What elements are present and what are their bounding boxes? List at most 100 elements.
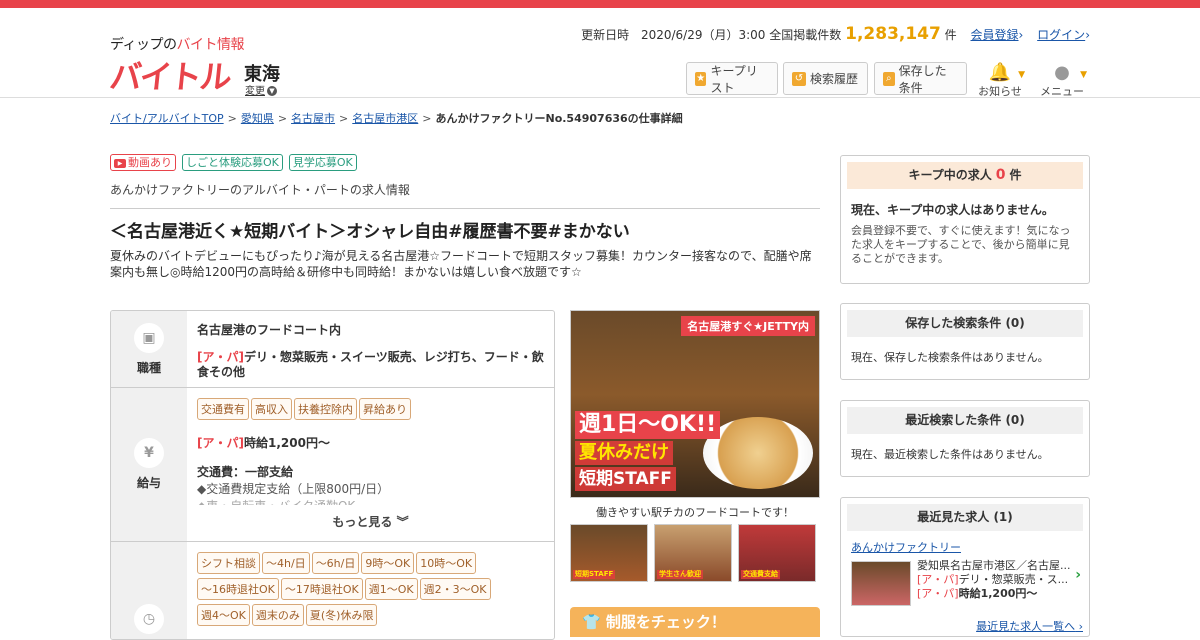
job-place: 名古屋港のフードコート内 [197,323,342,337]
play-icon: ▶ [114,158,126,168]
page-subtitle: あんかけファクトリーのアルバイト・パートの求人情報 [110,181,820,209]
breadcrumb-link[interactable]: 愛知県 [241,112,274,125]
keep-empty-text: 現在、キープ中の求人はありません。 [851,203,1054,217]
shift-chip: 週末のみ [251,604,304,626]
shift-chip: 週1〜OK [364,578,418,600]
keep-panel: キープ中の求人 0 件 現在、キープ中の求人はありません。 会員登録不要で、すぐに使… [840,155,1090,284]
recent-job-details: 愛知県名古屋市港区／名古屋... [ア・パ]デリ・惣菜販売・ス... [ア・パ]… [917,559,1071,600]
shift-chip: 9時～OK [361,552,415,574]
job-title: ＜名古屋港近く★短期バイト＞オシャレ自由#履歴書不要#まかない [110,222,630,242]
user-icon: ● [1054,62,1070,83]
shift-head: ◷ [111,542,187,639]
shift-chip: ～16時退社OK [197,578,279,600]
history-icon: ↺ [792,71,806,86]
salary-row: ¥ 給与 交通費有 高収入 扶養控除内 昇給あり [ア・パ]時給1,200円～ 交通費… [111,388,554,542]
yen-icon: ¥ [134,438,164,468]
shift-chip: 夏(冬)休み限 [305,604,378,626]
chevron-right-icon: › [1085,28,1090,42]
photo-thumbnail[interactable]: 交通費支給 [738,524,816,582]
shift-chip: シフト相談 [197,552,260,574]
tour-tag: 見学応募OK [288,154,357,171]
photo-caption: 働きやすい駅チカのフードコートです！ [596,506,794,519]
notice-button[interactable]: 🔔 ▼ お知らせ [977,62,1025,99]
job-type-row: ▣ 職種 名古屋港のフードコート内 [ア・パ]デリ・惣菜販売・スイーツ販売、レジ… [111,311,554,388]
chevron-down-icon: ▼ [267,86,277,96]
salary-chips: 交通費有 高収入 扶養控除内 昇給あり [197,398,544,424]
saved-conditions-title: 保存した検索条件 (0) [847,310,1083,337]
job-info-table: ▣ 職種 名古屋港のフードコート内 [ア・パ]デリ・惣菜販売・スイーツ販売、レジ… [110,310,555,640]
trial-tag: しごと体験応募OK [182,154,283,171]
salary-chip: 高収入 [251,398,292,420]
salary-text: [ア・パ]時給1,200円～ [197,436,330,450]
logo-tagline: ディップのバイト情報 [110,37,245,53]
recent-search-panel: 最近検索した条件 (0) 現在、最近検索した条件はありません。 [840,400,1090,477]
recent-search-title: 最近検索した条件 (0) [847,407,1083,434]
transport-head: 交通費：一部支給 [197,465,294,479]
transport-detail: ◆交通費規定支給（上限800円/日） [197,482,390,496]
updated-label: 更新日時 [581,28,630,42]
menu-button[interactable]: ● ▼ メニュー [1039,62,1087,99]
shift-chip: 週2・3〜OK [419,578,491,600]
search-icon: ⌕ [883,71,895,86]
search-history-button[interactable]: ↺ 検索履歴 [783,62,868,95]
photo-thumbnail[interactable]: 学生さん歓迎 [654,524,732,582]
chevron-right-icon: › [1075,567,1081,583]
photo-thumbnails: 短期STAFF 学生さん歓迎 交通費支給 [570,524,816,582]
video-tag[interactable]: ▶ 動画あり [110,154,176,171]
keep-list-button[interactable]: ★ キープリスト [686,62,778,95]
shift-chip: ～6h/日 [311,552,360,574]
salary-chip: 扶養控除内 [294,398,357,420]
salary-chip: 昇給あり [359,398,411,420]
main-job-photo[interactable]: 名古屋港すぐ★JETTY内 週1日〜OK!! 夏休みだけ 短期STAFF [570,310,820,498]
photo-banner: 名古屋港すぐ★JETTY内 [681,316,815,336]
total-unit: 件 [944,28,957,42]
recent-job-item[interactable]: あんかけファクトリー 愛知県名古屋市港区／名古屋... [ア・パ]デリ・惣菜販売… [847,531,1083,606]
saved-conditions-empty: 現在、保存した検索条件はありません。 [851,351,1049,364]
saved-conditions-button[interactable]: ⌕ 保存した条件 [874,62,967,95]
site-header: ディップのバイト情報 バイトル 東海 変更 ▼ 更新日時 2020/6/29（月）… [0,8,1200,98]
bell-icon: 🔔 [988,62,1012,83]
updated-value: 2020/6/29（月）3:00 [640,28,766,42]
salary-chip: 交通費有 [197,398,249,420]
job-type-head: ▣ 職種 [111,311,187,387]
job-description: 夏休みのバイトデビューにもぴったり♪海が見える名古屋港☆フードコートで短期スタッ… [110,249,812,279]
breadcrumb: バイト/アルバイトTOP > 愛知県 > 名古屋市 > 名古屋市港区 > あんかけファクトリーN… [110,112,683,125]
login-link[interactable]: ログイン › [1037,28,1090,42]
job-type-text: [ア・パ]デリ・惣菜販売・スイーツ販売、レジ打ち、フード・飲食その他 [197,350,544,379]
shift-chip: ～4h/日 [262,552,310,574]
region-change-link[interactable]: 変更 ▼ [245,82,277,97]
breadcrumb-link[interactable]: バイト/アルバイトTOP [110,112,224,125]
shift-chip: ～17時退社OK [280,578,363,600]
recent-job-name[interactable]: あんかけファクトリー [851,539,1079,555]
photo-headline-2: 夏休みだけ [575,441,673,465]
photo-headline-1: 週1日〜OK!! [575,411,721,439]
register-link[interactable]: 会員登録 › [971,28,1024,42]
uniform-check-button[interactable]: 👕 制服をチェック！ [570,607,820,637]
breadcrumb-link[interactable]: 名古屋市 [291,112,335,125]
recent-view-title: 最近見た求人 (1) [847,504,1083,531]
recent-view-panel: 最近見た求人 (1) あんかけファクトリー 愛知県名古屋市港区／名古屋... [… [840,497,1090,637]
shift-chip: 週4〜OK [197,604,250,626]
briefcase-icon: ▣ [134,322,164,353]
star-icon: ★ [695,71,707,86]
chevron-right-icon: › [1018,28,1024,42]
photo-thumbnail[interactable]: 短期STAFF [570,524,648,582]
top-accent-bar [0,0,1200,8]
site-logo[interactable]: バイトル [108,52,233,98]
photo-headline-3: 短期STAFF [575,467,676,491]
saved-conditions-panel: 保存した検索条件 (0) 現在、保存した検索条件はありません。 [840,303,1090,380]
chevron-down-icon: ▼ [1080,70,1087,80]
recent-more-link[interactable]: 最近見た求人一覧へ › [976,618,1083,634]
shirt-icon: 👕 [582,613,601,631]
keep-hint-text: 会員登録不要で、すぐに使えます！気になった求人をキープすることで、後から簡単に見… [851,224,1071,265]
recent-search-empty: 現在、最近検索した条件はありません。 [851,448,1049,461]
shift-chip: 10時～OK [416,552,477,574]
transport-detail-faded: ◆車・自転車・バイク通勤OK [197,497,544,505]
keep-panel-title: キープ中の求人 0 件 [847,162,1083,189]
recent-job-thumbnail [851,561,911,606]
header-meta: 更新日時 2020/6/29（月）3:00 全国掲載件数 1,283,147 件… [581,24,1090,44]
total-count: 1,283,147 [845,24,941,44]
feature-tags: ▶ 動画あり しごと体験応募OK 見学応募OK [110,154,357,171]
more-button[interactable]: もっと見る ︾ [197,513,544,530]
breadcrumb-link[interactable]: 名古屋市港区 [352,112,418,125]
